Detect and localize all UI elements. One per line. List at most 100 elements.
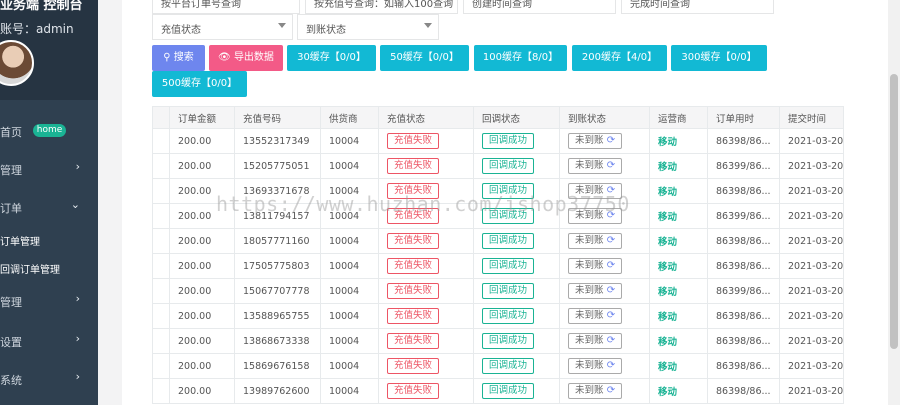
supplier-value: 10004 <box>329 235 360 247</box>
recharge-status-cell: 充值失败 <box>378 278 474 304</box>
callback-status-value: 回调成功 <box>482 308 535 324</box>
watermark: https://www.huzhan.com/ishop37750 <box>216 192 630 216</box>
refresh-icon[interactable]: ⟳ <box>604 385 615 396</box>
sidebar-subitem-order-manage[interactable]: 订单管理 <box>0 233 40 248</box>
search-button[interactable]: ⚲ 搜索 <box>152 45 205 71</box>
arrival-status-cell[interactable]: 未到账 ⟳ <box>559 328 650 354</box>
row-select-cell[interactable] <box>152 378 170 404</box>
sidebar-item-settings[interactable]: 设置 › <box>0 332 98 352</box>
col-header-operator[interactable]: 运营商 <box>649 106 708 129</box>
chevron-down-icon <box>424 23 432 28</box>
recharge-status-value: 充值失败 <box>387 133 440 149</box>
finish-time-input[interactable]: 完成时间查询 <box>621 0 774 14</box>
phone-value: 15067707778 <box>243 285 310 297</box>
col-header-arrival-status[interactable]: 到账状态 <box>559 106 650 129</box>
operator-cell: 移动 <box>649 153 708 179</box>
arrival-status-cell[interactable]: 未到账 ⟳ <box>559 378 650 404</box>
submit-time-cell: 2021-03-20 <box>778 203 845 229</box>
recharge-status-cell: 充值失败 <box>378 328 474 354</box>
col-header-order-time[interactable]: 订单用时 <box>707 106 780 129</box>
row-select-cell[interactable] <box>152 303 170 329</box>
table-row[interactable]: 200.00 15205775051 10004 充值失败 回调成功 未到账 ⟳ 移动 863… <box>152 153 845 179</box>
row-select-cell[interactable] <box>152 203 170 229</box>
arrival-status-value[interactable]: 未到账 ⟳ <box>568 233 623 249</box>
recharge-no-input[interactable]: 按充值号查询：如输入100查询 <box>305 0 458 14</box>
arrival-status-cell[interactable]: 未到账 ⟳ <box>559 278 650 304</box>
col-header-recharge-status[interactable]: 充值状态 <box>378 106 474 129</box>
arrival-status-value[interactable]: 未到账 ⟳ <box>568 158 623 174</box>
arrival-status-value[interactable]: 未到账 ⟳ <box>568 358 623 374</box>
col-header-phone[interactable]: 充值号码 <box>234 106 321 129</box>
arrival-status-cell[interactable]: 未到账 ⟳ <box>559 228 650 254</box>
refresh-icon[interactable]: ⟳ <box>604 335 615 346</box>
refresh-icon[interactable]: ⟳ <box>604 160 615 171</box>
sidebar-item-manage[interactable]: 管理 › <box>0 160 98 180</box>
supplier-value: 10004 <box>329 160 360 172</box>
submit-time-value: 2021-03-20 <box>788 210 844 222</box>
arrival-status-value[interactable]: 未到账 ⟳ <box>568 308 623 324</box>
refresh-icon[interactable]: ⟳ <box>604 360 615 371</box>
order-no-input[interactable]: 按平台订单号查询 <box>152 0 300 14</box>
table-row[interactable]: 200.00 13552317349 10004 充值失败 回调成功 未到账 ⟳ 移动 863… <box>152 128 845 154</box>
create-time-input[interactable]: 创建时间查询 <box>463 0 616 14</box>
arrival-status-cell[interactable]: 未到账 ⟳ <box>559 128 650 154</box>
refresh-icon[interactable]: ⟳ <box>604 285 615 296</box>
row-select-cell[interactable] <box>152 278 170 304</box>
row-select-cell[interactable] <box>152 153 170 179</box>
arrival-status-select[interactable]: 到账状态 <box>297 14 439 40</box>
table-row[interactable]: 200.00 18057771160 10004 充值失败 回调成功 未到账 ⟳ 移动 863… <box>152 228 845 254</box>
cache-300-button[interactable]: 300缓存【0/0】 <box>671 45 767 71</box>
cache-500-button[interactable]: 500缓存【0/0】 <box>152 71 247 97</box>
col-header-amount[interactable]: 订单金额 <box>169 106 235 129</box>
submit-time-cell: 2021-03-20 <box>778 228 845 254</box>
col-header-callback-status[interactable]: 回调状态 <box>473 106 560 129</box>
supplier-cell: 10004 <box>320 328 379 354</box>
arrival-status-value[interactable]: 未到账 ⟳ <box>568 383 623 399</box>
recharge-status-cell: 充值失败 <box>378 128 474 154</box>
arrival-status-value[interactable]: 未到账 ⟳ <box>568 258 623 274</box>
table-row[interactable]: 200.00 13588965755 10004 充值失败 回调成功 未到账 ⟳ 移动 863… <box>152 303 845 329</box>
col-header-submit-time[interactable]: 提交时间 <box>778 106 845 129</box>
arrival-status-cell[interactable]: 未到账 ⟳ <box>559 253 650 279</box>
amount-cell: 200.00 <box>169 378 235 404</box>
sidebar-subitem-callback-manage[interactable]: 回调订单管理 <box>0 261 60 276</box>
row-select-cell[interactable] <box>152 128 170 154</box>
cache-200-button[interactable]: 200缓存【4/0】 <box>572 45 667 71</box>
table-row[interactable]: 200.00 15869676158 10004 充值失败 回调成功 未到账 ⟳ 移动 863… <box>152 353 845 379</box>
sidebar-item-manage-2[interactable]: 管理 › <box>0 292 98 312</box>
row-select-cell[interactable] <box>152 178 170 204</box>
select-column-header[interactable] <box>152 106 170 129</box>
scrollbar-thumb[interactable] <box>890 74 898 349</box>
cache-50-button[interactable]: 50缓存【0/0】 <box>380 45 469 71</box>
row-select-cell[interactable] <box>152 253 170 279</box>
table-row[interactable]: 200.00 17505775803 10004 充值失败 回调成功 未到账 ⟳ 移动 863… <box>152 253 845 279</box>
arrival-status-value[interactable]: 未到账 ⟳ <box>568 333 623 349</box>
row-select-cell[interactable] <box>152 328 170 354</box>
recharge-status-select[interactable]: 充值状态 <box>152 14 293 40</box>
arrival-status-value: 到账状态 <box>306 25 346 36</box>
cache-100-button[interactable]: 100缓存【8/0】 <box>474 45 567 71</box>
sidebar-item-orders[interactable]: 订单 ⌄ <box>0 198 98 218</box>
row-select-cell[interactable] <box>152 228 170 254</box>
arrival-status-cell[interactable]: 未到账 ⟳ <box>559 153 650 179</box>
table-row[interactable]: 200.00 13989762600 10004 充值失败 回调成功 未到账 ⟳ 移动 863… <box>152 378 845 404</box>
operator-cell: 移动 <box>649 253 708 279</box>
refresh-icon[interactable]: ⟳ <box>604 260 615 271</box>
arrival-status-value[interactable]: 未到账 ⟳ <box>568 133 623 149</box>
order-time-cell: 86399/86... <box>707 153 780 179</box>
refresh-icon[interactable]: ⟳ <box>604 310 615 321</box>
refresh-icon[interactable]: ⟳ <box>604 135 615 146</box>
table-row[interactable]: 200.00 15067707778 10004 充值失败 回调成功 未到账 ⟳ 移动 863… <box>152 278 845 304</box>
arrival-status-cell[interactable]: 未到账 ⟳ <box>559 303 650 329</box>
table-row[interactable]: 200.00 13868673338 10004 充值失败 回调成功 未到账 ⟳ 移动 863… <box>152 328 845 354</box>
arrival-status-value[interactable]: 未到账 ⟳ <box>568 283 623 299</box>
submit-time-value: 2021-03-20 <box>788 160 844 172</box>
arrival-status-cell[interactable]: 未到账 ⟳ <box>559 353 650 379</box>
supplier-cell: 10004 <box>320 353 379 379</box>
export-button[interactable]: 👁 导出数据 <box>209 45 283 71</box>
cache-30-button[interactable]: 30缓存【0/0】 <box>287 45 376 71</box>
col-header-supplier[interactable]: 供货商 <box>320 106 379 129</box>
row-select-cell[interactable] <box>152 353 170 379</box>
refresh-icon[interactable]: ⟳ <box>604 235 615 246</box>
sidebar-item-system[interactable]: 系统 › <box>0 370 98 390</box>
